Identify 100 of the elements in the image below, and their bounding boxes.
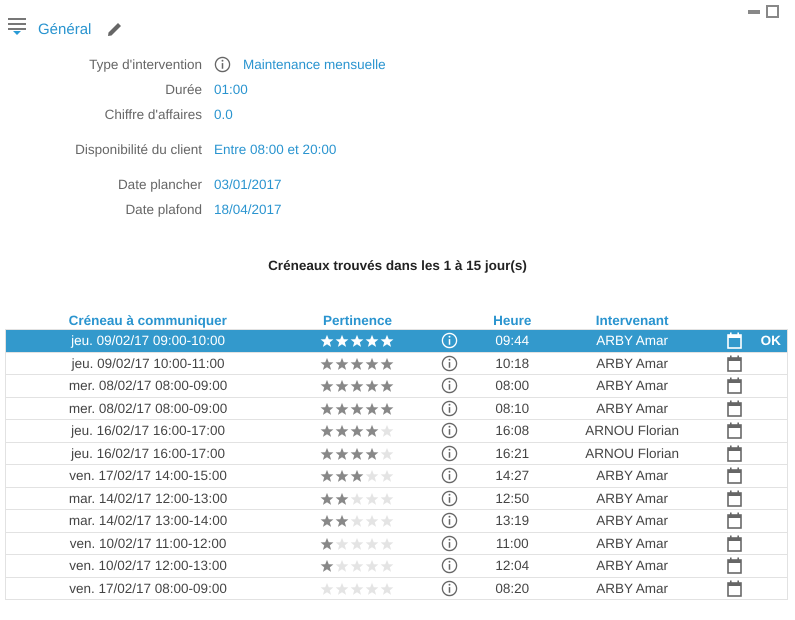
star-icon	[380, 536, 394, 551]
info-icon[interactable]	[441, 490, 458, 507]
star-icon	[380, 424, 394, 438]
menu-icon[interactable]	[8, 17, 26, 35]
calendar-icon[interactable]	[727, 580, 742, 597]
field-label: Date plafond	[124, 202, 202, 217]
table-row[interactable]: mer. 08/02/17 08:00-09:00 08:10 ARBY Amar	[6, 397, 788, 420]
table-row[interactable]: jeu. 16/02/17 16:00-17:00 16:08 ARNOU Florian	[6, 420, 788, 442]
table-cell: 16:21	[474, 442, 550, 464]
calendar-icon[interactable]	[727, 422, 742, 440]
info-icon[interactable]	[441, 354, 458, 372]
table-row[interactable]: ven. 10/02/17 12:00-13:00 12:04 ARBY Amar	[6, 554, 788, 577]
table-cell: ARNOU Florian	[550, 442, 715, 464]
results-title: Créneaux trouvés dans les 1 à 15 jour(s)	[267, 258, 528, 273]
minimize-icon[interactable]	[748, 10, 760, 14]
star-icon	[350, 492, 364, 506]
calendar-icon[interactable]	[727, 377, 742, 394]
calendar-icon[interactable]	[727, 512, 742, 530]
table-row[interactable]: mar. 14/02/17 13:00-14:00 13:19 ARBY Amar	[6, 510, 788, 532]
star-icon	[350, 379, 364, 394]
calendar-icon[interactable]	[727, 490, 742, 507]
calendar-icon[interactable]	[727, 557, 742, 574]
calendar-icon[interactable]	[727, 332, 742, 350]
column-header: Créneau à communiquer	[6, 311, 290, 330]
info-icon[interactable]	[441, 377, 458, 394]
field-value: 18/04/2017	[214, 202, 282, 217]
star-icon	[335, 582, 350, 596]
table-cell: 12:04	[474, 554, 550, 577]
star-icon	[365, 469, 380, 484]
star-icon	[320, 379, 334, 394]
table-cell: 12:50	[474, 487, 550, 510]
table-cell: jeu. 09/02/17 10:00-11:00	[6, 352, 290, 374]
star-icon	[320, 356, 334, 371]
pencil-icon[interactable]	[107, 21, 124, 37]
calendar-icon[interactable]	[727, 400, 742, 417]
star-icon	[380, 492, 394, 506]
info-icon[interactable]	[441, 400, 458, 417]
table-cell: mer. 08/02/17 08:00-09:00	[6, 374, 290, 397]
star-icon	[365, 446, 380, 461]
table-row[interactable]: jeu. 09/02/17 10:00-11:00 10:18 ARBY Amar	[6, 352, 788, 374]
star-icon	[365, 356, 380, 371]
calendar-icon[interactable]	[727, 467, 742, 484]
star-icon	[335, 536, 350, 551]
table-cell: 11:00	[474, 532, 550, 554]
table-row[interactable]: ven. 10/02/17 11:00-12:00 11:00 ARBY Amar	[6, 532, 788, 554]
table-cell: ven. 17/02/17 14:00-15:00	[6, 464, 290, 487]
table-cell: mar. 14/02/17 13:00-14:00	[6, 510, 290, 532]
star-icon	[380, 559, 394, 574]
table-cell: ARNOU Florian	[550, 420, 715, 442]
info-icon[interactable]	[441, 580, 458, 597]
table-cell: 09:44	[474, 330, 550, 352]
star-icon	[365, 334, 380, 348]
table-cell: ARBY Amar	[550, 397, 715, 420]
table-cell: 08:00	[474, 374, 550, 397]
info-icon[interactable]	[441, 444, 458, 462]
info-icon[interactable]	[441, 557, 458, 574]
calendar-icon[interactable]	[727, 444, 742, 462]
maximize-icon[interactable]	[766, 5, 779, 18]
star-icon	[380, 356, 394, 371]
table-row[interactable]: ven. 17/02/17 14:00-15:00 14:27 ARBY Amar	[6, 464, 788, 487]
info-icon[interactable]	[441, 534, 458, 552]
table-cell: ARBY Amar	[550, 577, 715, 600]
info-icon[interactable]	[441, 467, 458, 484]
table-cell: 16:08	[474, 420, 550, 442]
star-icon	[320, 469, 334, 484]
field-value: 0.0	[214, 107, 233, 122]
table-cell: ARBY Amar	[550, 487, 715, 510]
star-icon	[320, 582, 334, 596]
table-cell: ven. 10/02/17 12:00-13:00	[6, 554, 290, 577]
star-icon	[320, 514, 334, 528]
table-row[interactable]: mar. 14/02/17 12:00-13:00 12:50 ARBY Amar	[6, 487, 788, 510]
field-label: Durée	[164, 82, 202, 97]
field-value: 01:00	[214, 82, 248, 97]
star-icon	[320, 446, 334, 461]
table-row[interactable]: mer. 08/02/17 08:00-09:00 08:00 ARBY Amar	[6, 374, 788, 397]
table-row[interactable]: ven. 17/02/17 08:00-09:00 08:20 ARBY Amar	[6, 577, 788, 600]
table-cell: 08:20	[474, 577, 550, 600]
star-icon	[335, 402, 350, 416]
field-label: Date plancher	[116, 177, 202, 192]
table-cell: mar. 14/02/17 12:00-13:00	[6, 487, 290, 510]
star-icon	[350, 334, 364, 348]
info-icon[interactable]	[441, 422, 458, 440]
star-icon	[350, 402, 364, 416]
table-cell: ARBY Amar	[550, 374, 715, 397]
star-icon	[365, 536, 380, 551]
calendar-icon[interactable]	[727, 354, 742, 372]
info-icon[interactable]	[214, 56, 231, 73]
table-cell: mer. 08/02/17 08:00-09:00	[6, 397, 290, 420]
field-value: 03/01/2017	[214, 177, 282, 192]
field-value: Entre 08:00 et 20:00	[214, 142, 336, 157]
table-cell: jeu. 16/02/17 16:00-17:00	[6, 442, 290, 464]
star-icon	[350, 356, 364, 371]
table-cell: 14:27	[474, 464, 550, 487]
info-icon[interactable]	[441, 512, 458, 530]
star-icon	[335, 559, 350, 574]
table-cell: ARBY Amar	[550, 464, 715, 487]
table-row[interactable]: jeu. 16/02/17 16:00-17:00 16:21 ARNOU Florian	[6, 442, 788, 464]
column-header: Heure	[474, 311, 550, 330]
star-icon	[320, 536, 334, 551]
calendar-icon[interactable]	[727, 534, 742, 552]
